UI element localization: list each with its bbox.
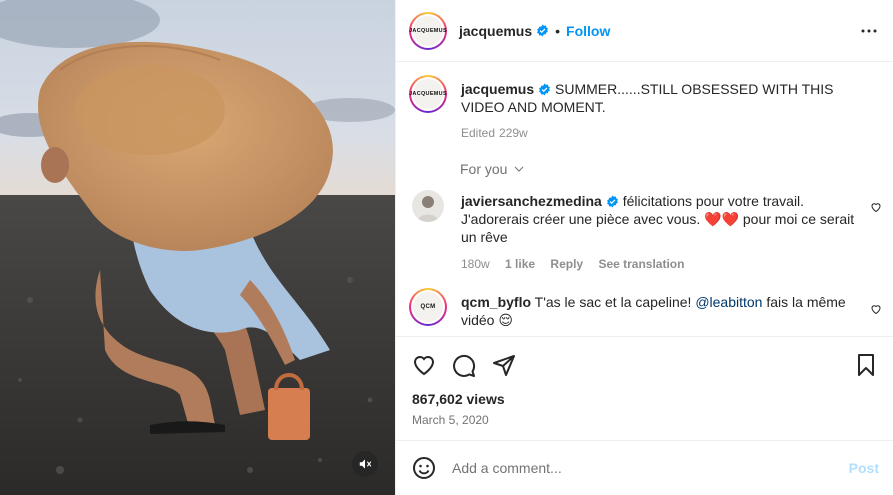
commenter-avatar[interactable] xyxy=(412,190,444,222)
send-icon[interactable] xyxy=(492,353,516,377)
comment-age[interactable]: 180w xyxy=(461,257,490,271)
comment-input[interactable] xyxy=(452,460,832,476)
post-details-panel: JACQUEMUS jacquemus • Follow JACQUEMUS j… xyxy=(395,0,893,495)
commenter-avatar[interactable]: QCM xyxy=(409,288,447,326)
mention-link[interactable]: @leabitton xyxy=(695,294,762,310)
avatar-logo-text: JACQUEMUS xyxy=(409,15,447,46)
comment-bubble-icon[interactable] xyxy=(452,353,476,377)
bookmark-icon[interactable] xyxy=(854,353,878,377)
comment-filter-dropdown[interactable]: For you xyxy=(460,161,525,177)
post-actions: 867,602 views March 5, 2020 xyxy=(396,336,893,440)
post-comment-button[interactable]: Post xyxy=(849,460,879,476)
heart-icon[interactable] xyxy=(412,353,436,377)
for-you-label: For you xyxy=(460,161,508,177)
author-avatar[interactable]: JACQUEMUS xyxy=(409,11,447,50)
caption-age[interactable]: 229w xyxy=(499,126,528,140)
muted-speaker-icon xyxy=(359,459,372,469)
comment-username[interactable]: qcm_byflo xyxy=(461,294,531,310)
verified-badge-icon xyxy=(537,24,549,37)
post-date: March 5, 2020 xyxy=(412,413,489,427)
commenter-avatar-text: QCM xyxy=(413,292,443,322)
verified-badge-icon xyxy=(539,83,551,96)
follow-button[interactable]: Follow xyxy=(566,23,610,39)
author-username[interactable]: jacquemus xyxy=(459,23,532,39)
smiley-icon[interactable] xyxy=(412,456,436,480)
view-count[interactable]: 867,602 views xyxy=(412,391,505,407)
post-media-video[interactable] xyxy=(0,0,395,495)
caption-row: JACQUEMUS jacquemus SUMMER......STILL OB… xyxy=(409,75,851,140)
comment-like-heart-icon[interactable] xyxy=(870,201,882,213)
more-options-icon[interactable] xyxy=(860,22,878,40)
comment-item: QCM qcm_byflo T'as le sac et la capeline… xyxy=(409,288,851,329)
reply-button[interactable]: Reply xyxy=(550,257,583,271)
comment-item: javiersanchezmedina félicitations pour v… xyxy=(412,190,861,271)
comment-text: T'as le sac et la capeline! xyxy=(534,294,696,310)
comment-like-heart-icon[interactable] xyxy=(870,303,882,315)
post-header: JACQUEMUS jacquemus • Follow xyxy=(396,0,893,62)
comment-likes[interactable]: 1 like xyxy=(505,257,535,271)
comments-section[interactable]: JACQUEMUS jacquemus SUMMER......STILL OB… xyxy=(396,62,893,336)
mute-toggle-button[interactable] xyxy=(352,451,378,477)
verified-badge-icon xyxy=(606,195,618,208)
comment-username[interactable]: javiersanchezmedina xyxy=(461,193,602,209)
separator-dot: • xyxy=(555,22,561,39)
chevron-down-icon xyxy=(515,166,524,172)
caption-username[interactable]: jacquemus xyxy=(461,81,534,97)
see-translation-button[interactable]: See translation xyxy=(598,257,684,271)
caption-edited-label: Edited xyxy=(461,126,496,140)
add-comment-bar: Post xyxy=(396,440,893,495)
caption-author-avatar[interactable]: JACQUEMUS xyxy=(409,75,447,113)
video-frame xyxy=(0,0,395,495)
avatar-logo-text: JACQUEMUS xyxy=(409,79,447,109)
